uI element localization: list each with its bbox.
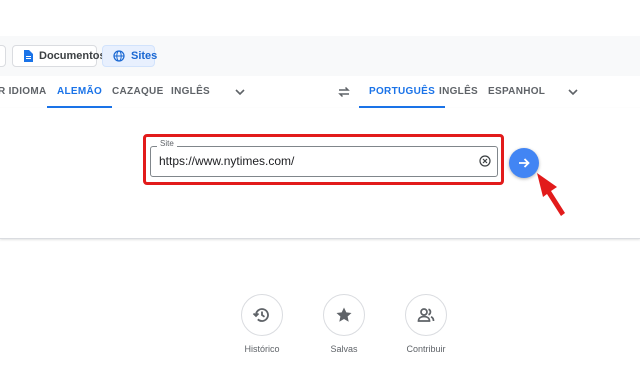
documents-button[interactable]: Documentos — [12, 45, 106, 67]
source-languages-chevron-down-icon[interactable] — [232, 84, 248, 100]
source-language-detect[interactable]: R IDIOMA — [0, 76, 47, 108]
swap-languages-icon[interactable] — [336, 84, 352, 100]
mode-selector: Documentos Sites — [0, 36, 640, 76]
contribute-label: Contribuir — [406, 344, 446, 354]
language-bar: R IDIOMA ALEMÃO CAZAQUE INGLÊS PORTUGUÊS… — [0, 76, 640, 109]
contribute-shortcut[interactable]: Contribuir — [396, 294, 456, 354]
people-icon — [405, 294, 447, 336]
saved-shortcut[interactable]: Salvas — [314, 294, 374, 354]
target-language-english[interactable]: INGLÊS — [439, 76, 478, 108]
target-language-portuguese[interactable]: PORTUGUÊS — [358, 76, 446, 108]
sites-label: Sites — [131, 50, 158, 62]
documents-label: Documentos — [39, 50, 106, 62]
source-language-kazakh[interactable]: CAZAQUE — [112, 76, 164, 108]
source-language-german[interactable]: ALEMÃO — [46, 76, 113, 108]
document-icon — [23, 50, 33, 62]
sites-button[interactable]: Sites — [102, 45, 158, 67]
highlight-box — [143, 134, 504, 185]
globe-icon — [113, 50, 125, 62]
target-language-spanish[interactable]: ESPANHOL — [488, 76, 545, 108]
top-strip — [0, 0, 640, 37]
history-icon — [241, 294, 283, 336]
history-shortcut[interactable]: Histórico — [232, 294, 292, 354]
mode-button-text-partial[interactable] — [0, 45, 6, 67]
arrow-right-icon — [519, 158, 530, 168]
source-language-english[interactable]: INGLÊS — [171, 76, 210, 108]
saved-label: Salvas — [330, 344, 358, 354]
target-languages-chevron-down-icon[interactable] — [565, 84, 581, 100]
star-icon — [323, 294, 365, 336]
history-label: Histórico — [244, 344, 280, 354]
annotation-arrow-icon — [537, 173, 565, 216]
